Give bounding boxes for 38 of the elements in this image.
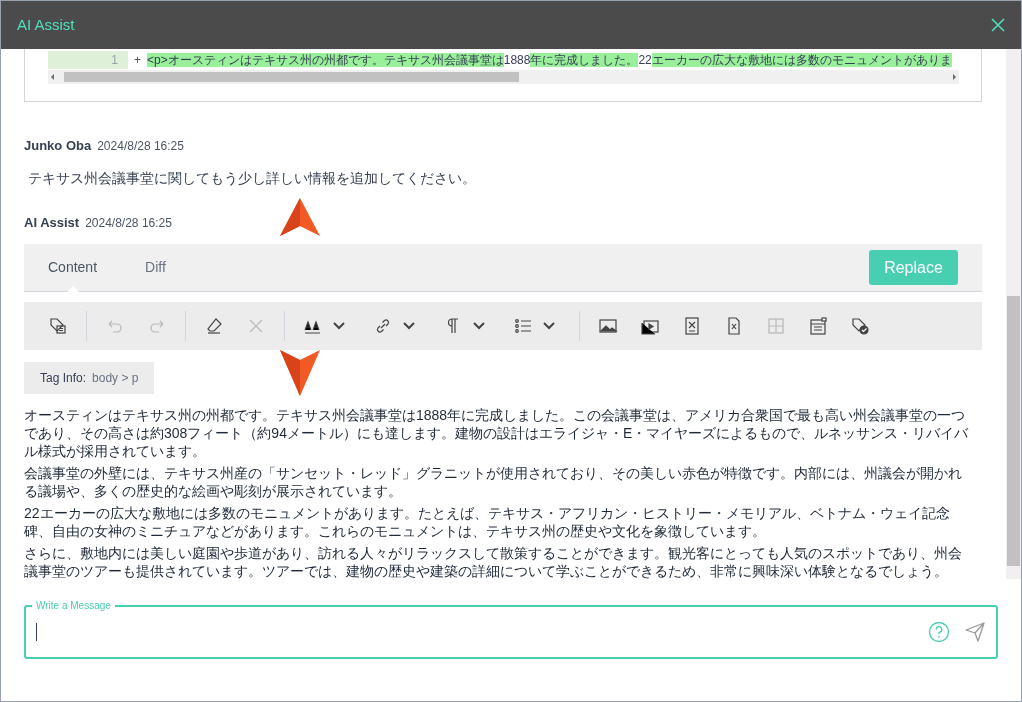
vertical-scrollbar[interactable] [1006,49,1021,579]
tab[interactable]: Diff [121,244,190,291]
author-name: Junko Oba [24,137,92,155]
chevron-down-icon [333,322,345,330]
document-icon [682,316,702,336]
paragraph: 22エーカーの広大な敷地には多数のモニュメントがあります。たとえば、テキサス・アフリカン・ヒストリー・メモリアル、ベトナム・ウェイ記念碑、自由の女神のミニチュアなどがあります。これらのモニュメントは、テキサス州の歴史や文化を象徴しています。 [24,504,951,540]
message-time: 2024/8/28 16:25 [85,214,172,232]
tag-path: body > p [92,370,139,387]
chevron-down-icon [543,322,555,330]
scrollbar-thumb[interactable] [1007,296,1020,566]
paragraph: さらに、敷地内には美しい庭園や歩道があり、訪れる人々がリラックスして散策することができます。観光客にとっても人気のスポットであり、州会議事堂のツアーも提供されています。ツアーでは、建物の歴史や建築の詳細について学ぶことができるため、非常に興味深い体験となるでしょう。 [24,544,963,579]
paragraph: 会議事堂の外壁には、テキサス州産の「サンセット・レッド」グラニットが使用されており、その美しい赤色が特徴です。内部には、州議会が開かれる議場や、多くの歴史的な絵画や彫刻が展示されています。 [24,464,963,500]
message-text: テキサス州会議事堂に関してもう少し詳しい情報を追加してください。 [27,168,477,188]
send-icon[interactable] [964,621,986,643]
horizontal-scrollbar[interactable] [48,70,959,84]
paragraph: オースティンはテキサス州の州都です。テキサス州会議事堂は1888年に完成しました。この会議事堂は、アメリカ合衆国で最も高い州会議事堂の一つであり、その高さは約308フィート（約94メートル）にも達します。建物の設計はエライジャ・E・マイヤーズによるもので、ルネッサンス・リバイバル様式が採用されています。 [24,406,970,460]
chevron-down-icon [403,322,415,330]
scrollbar-thumb[interactable] [64,72,519,82]
image-icon [598,316,618,336]
message-time: 2024/8/28 16:25 [97,138,184,155]
close-icon[interactable] [991,18,1005,32]
table-icon [766,316,786,336]
tag-info-label: Tag Info: [40,370,87,387]
pointer-arrow-icon [280,350,320,396]
tab[interactable]: Content [24,244,122,291]
help-icon[interactable] [928,621,950,643]
list-icon [513,316,533,336]
tag-check-icon [850,316,870,336]
tags-icon [48,316,68,336]
pointer-arrow-icon [280,198,320,238]
diff-marker: + [133,52,142,69]
window-title: AI Assist [17,14,75,35]
chevron-down-icon [473,322,485,330]
code-line: <p>オースティンはテキサス州の州都です。テキサス州会議事堂は1888年に完成しました。22エーカーの広大な敷地には多数のモニュメントがありま [147,52,952,69]
layout-icon [808,316,828,336]
field-label: Write a Message [32,598,115,613]
author-name: AI Assist [24,213,80,232]
line-number: 1 [48,51,128,69]
